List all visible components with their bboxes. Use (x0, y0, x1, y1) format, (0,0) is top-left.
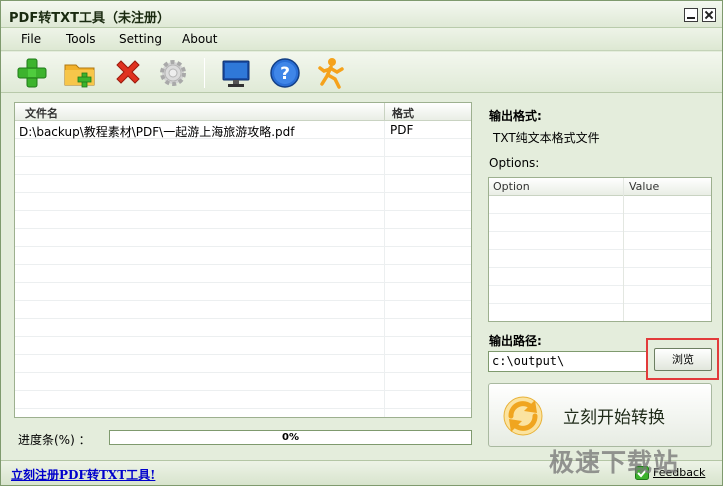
menu-file[interactable]: File (21, 32, 41, 46)
menu-bar: File Tools Setting About (1, 28, 722, 51)
file-list-rows (15, 121, 471, 417)
toolbar: ? (1, 52, 722, 93)
minimize-button[interactable] (684, 8, 698, 22)
run-man-button[interactable] (314, 56, 348, 90)
title-bar: PDF转TXT工具（未注册） (1, 1, 722, 28)
column-header-filename[interactable]: 文件名 (25, 105, 58, 121)
column-divider (384, 103, 385, 121)
column-divider (384, 121, 385, 417)
add-folder-icon (64, 64, 95, 88)
delete-button[interactable] (111, 56, 145, 90)
progress-label: 进度条(%) ： (18, 433, 91, 447)
start-convert-button[interactable]: 立刻开始转换 (488, 383, 712, 447)
app-window: PDF转TXT工具（未注册） File Tools Setting About (0, 0, 723, 486)
run-man-icon (318, 58, 344, 89)
monitor-button[interactable] (219, 56, 253, 90)
options-rows (489, 196, 711, 321)
add-folder-button[interactable] (63, 56, 97, 90)
column-header-option[interactable]: Option (493, 180, 530, 193)
options-table[interactable]: Option Value (488, 177, 712, 322)
menu-tools[interactable]: Tools (66, 32, 96, 46)
column-header-value[interactable]: Value (629, 180, 659, 193)
add-file-button[interactable] (15, 56, 49, 90)
progress-text: 0% (282, 432, 299, 443)
options-label: Options: (489, 156, 540, 170)
column-divider (623, 178, 624, 321)
window-title: PDF转TXT工具（未注册） (9, 11, 170, 26)
close-button[interactable] (702, 8, 716, 22)
file-row-format[interactable]: PDF (390, 123, 413, 137)
help-icon: ? (270, 58, 300, 88)
output-path-input[interactable]: c:\output\ (488, 351, 648, 372)
monitor-icon (222, 60, 250, 87)
delete-icon (116, 60, 140, 84)
toolbar-separator (204, 58, 205, 88)
register-link[interactable]: 立刻注册PDF转TXT工具! (11, 466, 155, 483)
column-header-format[interactable]: 格式 (392, 105, 414, 121)
svg-text:?: ? (280, 64, 290, 84)
file-list-header: 文件名 格式 (15, 103, 471, 121)
output-format-label: 输出格式: (489, 109, 542, 123)
help-button[interactable]: ? (268, 56, 302, 90)
watermark: 极速下载站 (549, 448, 680, 477)
settings-gear-icon (160, 60, 186, 86)
file-list-table[interactable]: 文件名 格式 D:\backup\教程素材\PDF\一起游上海旅游攻略.pdf … (14, 102, 472, 418)
settings-button[interactable] (156, 56, 190, 90)
refresh-arrows-icon (503, 396, 543, 436)
output-format-value: TXT纯文本格式文件 (493, 131, 600, 145)
browse-button[interactable]: 浏览 (654, 348, 712, 371)
menu-setting[interactable]: Setting (119, 32, 162, 46)
options-header: Option Value (489, 178, 711, 196)
file-row-name[interactable]: D:\backup\教程素材\PDF\一起游上海旅游攻略.pdf (19, 123, 294, 140)
start-convert-label: 立刻开始转换 (563, 408, 665, 428)
menu-about[interactable]: About (182, 32, 217, 46)
add-file-icon (17, 58, 47, 88)
output-path-label: 输出路径: (489, 334, 542, 348)
progress-bar: 0% (109, 430, 472, 445)
